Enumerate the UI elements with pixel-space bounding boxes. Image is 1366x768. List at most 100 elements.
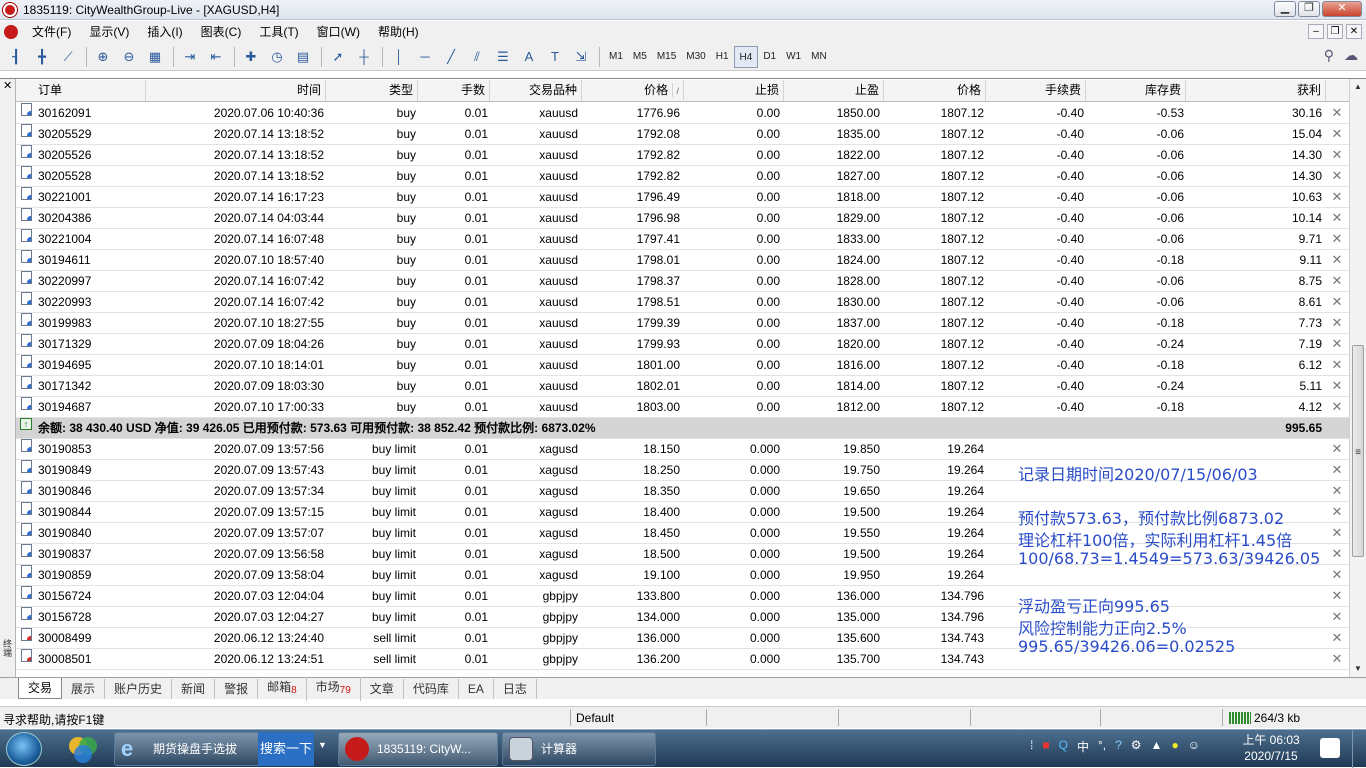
timeframe-mn[interactable]: MN [806, 46, 832, 68]
timeframe-m30[interactable]: M30 [681, 46, 710, 68]
templates-icon[interactable]: ▤ [291, 45, 315, 69]
chevron-down-icon[interactable]: ▼ [318, 740, 327, 750]
close-order-icon[interactable]: ✕ [1326, 187, 1348, 207]
close-order-icon[interactable]: ✕ [1326, 208, 1348, 228]
arrows-icon[interactable]: ⇲ [569, 45, 593, 69]
table-row[interactable]: 30220997 2020.07.14 16:07:42 buy 0.01 xauusd… [16, 271, 1349, 292]
chart-window-icon[interactable] [4, 25, 18, 39]
close-order-icon[interactable]: ✕ [1326, 439, 1348, 459]
col-order[interactable]: 订单 [16, 80, 146, 101]
chart-shift-icon[interactable]: ⇤ [204, 45, 228, 69]
col-swap[interactable]: 库存费 [1086, 80, 1186, 101]
tab-10[interactable]: 日志 [494, 678, 537, 699]
table-row[interactable]: 30171329 2020.07.09 18:04:26 buy 0.01 xauusd… [16, 334, 1349, 355]
table-row[interactable]: 30194695 2020.07.10 18:14:01 buy 0.01 xauusd… [16, 355, 1349, 376]
periods-icon[interactable]: ◷ [265, 45, 289, 69]
close-order-icon[interactable]: ✕ [1326, 376, 1348, 396]
col-lots[interactable]: 手数 [418, 80, 490, 101]
col-commission[interactable]: 手续费 [986, 80, 1086, 101]
col-price[interactable]: 价格 / [582, 80, 684, 102]
help-icon[interactable]: ? [1115, 738, 1122, 755]
close-order-icon[interactable]: ✕ [1326, 334, 1348, 354]
close-order-icon[interactable]: ✕ [1326, 145, 1348, 165]
clock[interactable]: 上午 06:03 2020/7/15 [1236, 732, 1306, 764]
tab-1[interactable]: 展示 [62, 678, 106, 699]
table-row[interactable]: 30204386 2020.07.14 04:03:44 buy 0.01 xauusd… [16, 208, 1349, 229]
close-order-icon[interactable]: ✕ [1326, 544, 1348, 564]
table-row[interactable]: 30194611 2020.07.10 18:57:40 buy 0.01 xauusd… [16, 250, 1349, 271]
bar-chart-icon[interactable]: ┨ [4, 45, 28, 69]
table-row[interactable]: 30190859 2020.07.09 13:58:04 buy limit 0.01… [16, 565, 1349, 586]
col-time[interactable]: 时间 [146, 80, 326, 101]
tab-9[interactable]: EA [459, 678, 494, 699]
text-icon[interactable]: A [517, 45, 541, 69]
text-label-icon[interactable]: T [543, 45, 567, 69]
settings-icon[interactable]: ⚙ [1131, 738, 1142, 755]
mdi-restore-button[interactable]: ❐ [1327, 24, 1343, 39]
close-order-icon[interactable]: ✕ [1326, 124, 1348, 144]
line-chart-icon[interactable]: ⟋ [56, 45, 80, 69]
close-order-icon[interactable]: ✕ [1326, 355, 1348, 375]
timeframe-h1[interactable]: H1 [711, 46, 734, 68]
horizontal-line-icon[interactable]: ─ [413, 45, 437, 69]
menu-help[interactable]: 帮助(H) [369, 21, 428, 43]
mdi-minimize-button[interactable]: – [1308, 24, 1324, 39]
tab-4[interactable]: 警报 [215, 678, 259, 699]
timeframe-m1[interactable]: M1 [604, 46, 628, 68]
autoscroll-icon[interactable]: ⇥ [178, 45, 202, 69]
close-order-icon[interactable]: ✕ [1326, 397, 1348, 417]
close-button[interactable]: ✕ [1322, 1, 1362, 17]
col-current[interactable]: 价格 [884, 80, 986, 101]
tile-windows-icon[interactable]: ▦ [143, 45, 167, 69]
col-sl[interactable]: 止损 [684, 80, 784, 101]
start-button[interactable] [6, 732, 42, 766]
table-row[interactable]: 30221001 2020.07.14 16:17:23 buy 0.01 xauusd… [16, 187, 1349, 208]
menu-insert[interactable]: 插入(I) [138, 21, 191, 43]
vertical-line-icon[interactable]: │ [387, 45, 411, 69]
close-order-icon[interactable]: ✕ [1326, 628, 1348, 648]
indicators-icon[interactable]: ✚ [239, 45, 263, 69]
table-row[interactable]: 30205526 2020.07.14 13:18:52 buy 0.01 xauusd… [16, 145, 1349, 166]
close-order-icon[interactable]: ✕ [1326, 271, 1348, 291]
table-row[interactable]: 30171342 2020.07.09 18:03:30 buy 0.01 xauusd… [16, 376, 1349, 397]
close-order-icon[interactable]: ✕ [1326, 166, 1348, 186]
close-order-icon[interactable]: ✕ [1326, 460, 1348, 480]
table-row[interactable]: 30205528 2020.07.14 13:18:52 buy 0.01 xauusd… [16, 166, 1349, 187]
browser-pinned-icon[interactable] [66, 734, 100, 764]
vertical-scrollbar[interactable]: ▲ ≡ ▼ [1349, 79, 1366, 677]
zoom-in-icon[interactable]: ⊕ [91, 45, 115, 69]
timeframe-w1[interactable]: W1 [781, 46, 806, 68]
taskbar-item-calculator[interactable]: 计算器 [502, 732, 656, 766]
close-order-icon[interactable]: ✕ [1326, 229, 1348, 249]
close-order-icon[interactable]: ✕ [1326, 565, 1348, 585]
mdi-close-button[interactable]: ✕ [1346, 24, 1362, 39]
tab-8[interactable]: 代码库 [404, 678, 459, 699]
close-order-icon[interactable]: ✕ [1326, 103, 1348, 123]
table-row[interactable]: 30205529 2020.07.14 13:18:52 buy 0.01 xauusd… [16, 124, 1349, 145]
show-desktop-button[interactable] [1352, 730, 1366, 768]
qq-browser-icon[interactable]: Q [1059, 738, 1068, 755]
menu-file[interactable]: 文件(F) [23, 21, 80, 43]
table-row[interactable]: 30162091 2020.07.06 10:40:36 buy 0.01 xauusd… [16, 103, 1349, 124]
trendline-icon[interactable]: ╱ [439, 45, 463, 69]
col-profit[interactable]: 获利 [1186, 80, 1326, 101]
taskbar-item-mt4[interactable]: 1835119: CityW... [338, 732, 498, 766]
notification-icon[interactable] [1320, 738, 1340, 758]
minimize-button[interactable]: ▁ [1274, 1, 1296, 17]
tab-0[interactable]: 交易 [18, 678, 63, 699]
search-button[interactable]: 搜索一下 [258, 732, 314, 766]
table-row[interactable]: 30221004 2020.07.14 16:07:48 buy 0.01 xauusd… [16, 229, 1349, 250]
col-symbol[interactable]: 交易品种 [490, 80, 582, 101]
col-tp[interactable]: 止盈 [784, 80, 884, 101]
close-order-icon[interactable]: ✕ [1326, 250, 1348, 270]
table-row[interactable]: 30199983 2020.07.10 18:27:55 buy 0.01 xauusd… [16, 313, 1349, 334]
close-order-icon[interactable]: ✕ [1326, 649, 1348, 669]
tray-expand-icon[interactable]: ▲ [1151, 738, 1163, 755]
table-row[interactable]: 30194687 2020.07.10 17:00:33 buy 0.01 xauusd… [16, 397, 1349, 418]
menu-tools[interactable]: 工具(T) [250, 21, 307, 43]
input-language[interactable]: 中 [1077, 738, 1089, 755]
close-order-icon[interactable]: ✕ [1326, 586, 1348, 606]
table-row[interactable]: 30220993 2020.07.14 16:07:42 buy 0.01 xauusd… [16, 292, 1349, 313]
chat-icon[interactable]: ☁ [1344, 47, 1358, 64]
scroll-down-icon[interactable]: ▼ [1350, 661, 1366, 677]
